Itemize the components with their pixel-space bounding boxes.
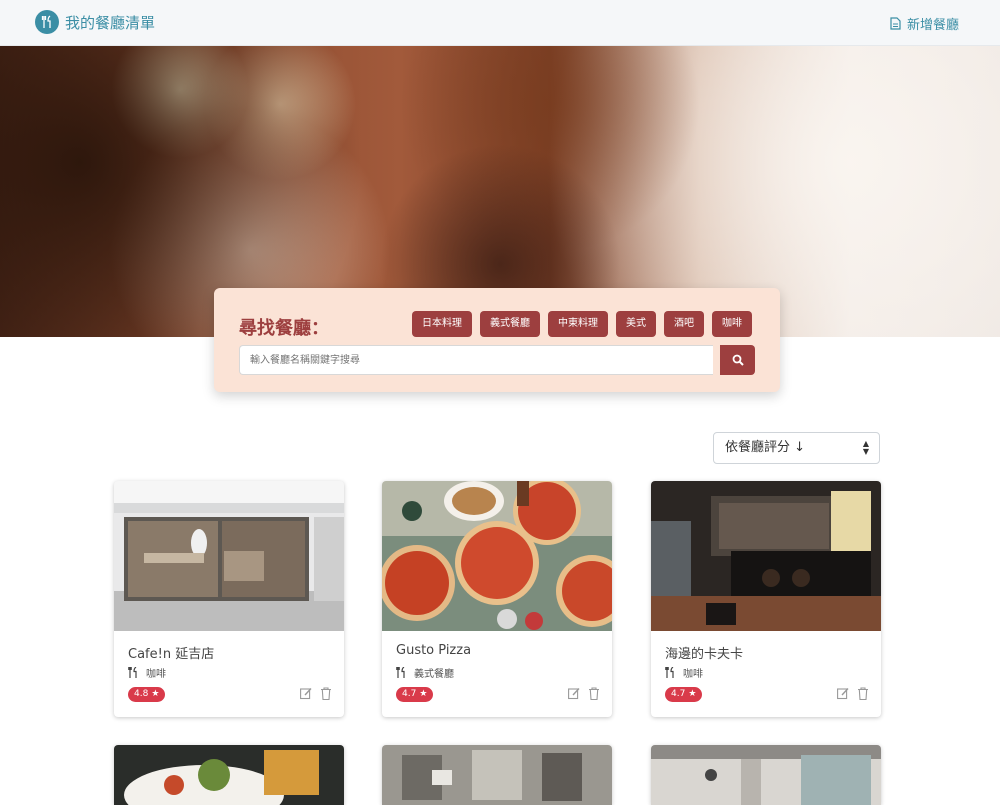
restaurant-card[interactable]: 海邊的卡夫卡 咖啡 4.7 ★ <box>651 481 881 717</box>
tag-middle-eastern[interactable]: 中東料理 <box>548 311 608 337</box>
restaurant-image <box>382 481 612 631</box>
star-icon: ★ <box>688 689 697 699</box>
restaurant-card[interactable] <box>114 745 344 805</box>
edit-icon[interactable] <box>300 687 312 700</box>
star-icon: ★ <box>151 689 160 699</box>
trash-icon[interactable] <box>320 687 332 700</box>
edit-icon[interactable] <box>568 687 580 700</box>
star-icon: ★ <box>419 689 428 699</box>
rating-badge: 4.7 ★ <box>665 687 703 702</box>
utensils-icon <box>665 667 674 678</box>
trash-icon[interactable] <box>857 687 869 700</box>
card-actions <box>300 687 332 700</box>
rating-badge: 4.8 ★ <box>128 687 166 702</box>
edit-icon[interactable] <box>837 687 849 700</box>
search-input[interactable] <box>239 345 713 375</box>
sort-select[interactable]: 依餐廳評分 ↓ ▲ ▼ <box>713 432 880 464</box>
restaurant-image <box>651 481 881 631</box>
utensils-icon <box>35 10 59 34</box>
rating-value: 4.8 <box>134 689 149 699</box>
tag-japanese[interactable]: 日本料理 <box>412 311 472 337</box>
category-label: 咖啡 <box>683 669 703 680</box>
tag-italian[interactable]: 義式餐廳 <box>480 311 540 337</box>
restaurant-category: 咖啡 <box>665 665 703 680</box>
category-label: 義式餐廳 <box>414 669 454 680</box>
restaurant-image <box>114 745 344 805</box>
category-label: 咖啡 <box>146 669 166 680</box>
restaurant-category: 咖啡 <box>128 665 166 680</box>
restaurant-image <box>114 481 344 631</box>
restaurant-name: Cafe!n 延吉店 <box>128 647 215 662</box>
restaurant-card[interactable] <box>651 745 881 805</box>
search-button[interactable] <box>720 345 755 375</box>
utensils-icon <box>396 667 405 678</box>
restaurant-image <box>651 745 881 805</box>
restaurant-card[interactable]: Cafe!n 延吉店 咖啡 4.8 ★ <box>114 481 344 717</box>
sort-value: 依餐廳評分 ↓ <box>725 440 806 455</box>
card-actions <box>568 687 600 700</box>
rating-badge: 4.7 ★ <box>396 687 434 702</box>
search-title: 尋找餐廳： <box>239 318 329 339</box>
add-restaurant-label: 新增餐廳 <box>906 18 959 33</box>
restaurant-card[interactable] <box>382 745 612 805</box>
restaurant-image <box>382 745 612 805</box>
search-panel: 尋找餐廳： 日本料理 義式餐廳 中東料理 美式 酒吧 咖啡 <box>214 288 780 392</box>
restaurant-category: 義式餐廳 <box>396 665 454 680</box>
tag-american[interactable]: 美式 <box>616 311 656 337</box>
chevron-updown-icon: ▲ ▼ <box>862 439 869 456</box>
restaurant-name: 海邊的卡夫卡 <box>665 647 744 662</box>
category-tags: 日本料理 義式餐廳 中東料理 美式 酒吧 咖啡 <box>412 311 752 337</box>
tag-bar[interactable]: 酒吧 <box>664 311 704 337</box>
brand[interactable]: 我的餐廳清單 <box>35 10 155 34</box>
add-restaurant-link[interactable]: 新增餐廳 <box>890 14 959 33</box>
navbar: 我的餐廳清單 新增餐廳 <box>0 0 1000 46</box>
card-actions <box>837 687 869 700</box>
rating-value: 4.7 <box>402 689 417 699</box>
trash-icon[interactable] <box>588 687 600 700</box>
search-icon <box>732 354 744 366</box>
brand-title: 我的餐廳清單 <box>65 13 156 32</box>
rating-value: 4.7 <box>671 689 686 699</box>
restaurant-card[interactable]: Gusto Pizza 義式餐廳 4.7 ★ <box>382 481 612 717</box>
file-icon <box>890 17 901 30</box>
tag-coffee[interactable]: 咖啡 <box>712 311 752 337</box>
utensils-icon <box>128 667 137 678</box>
restaurant-name: Gusto Pizza <box>396 643 472 658</box>
